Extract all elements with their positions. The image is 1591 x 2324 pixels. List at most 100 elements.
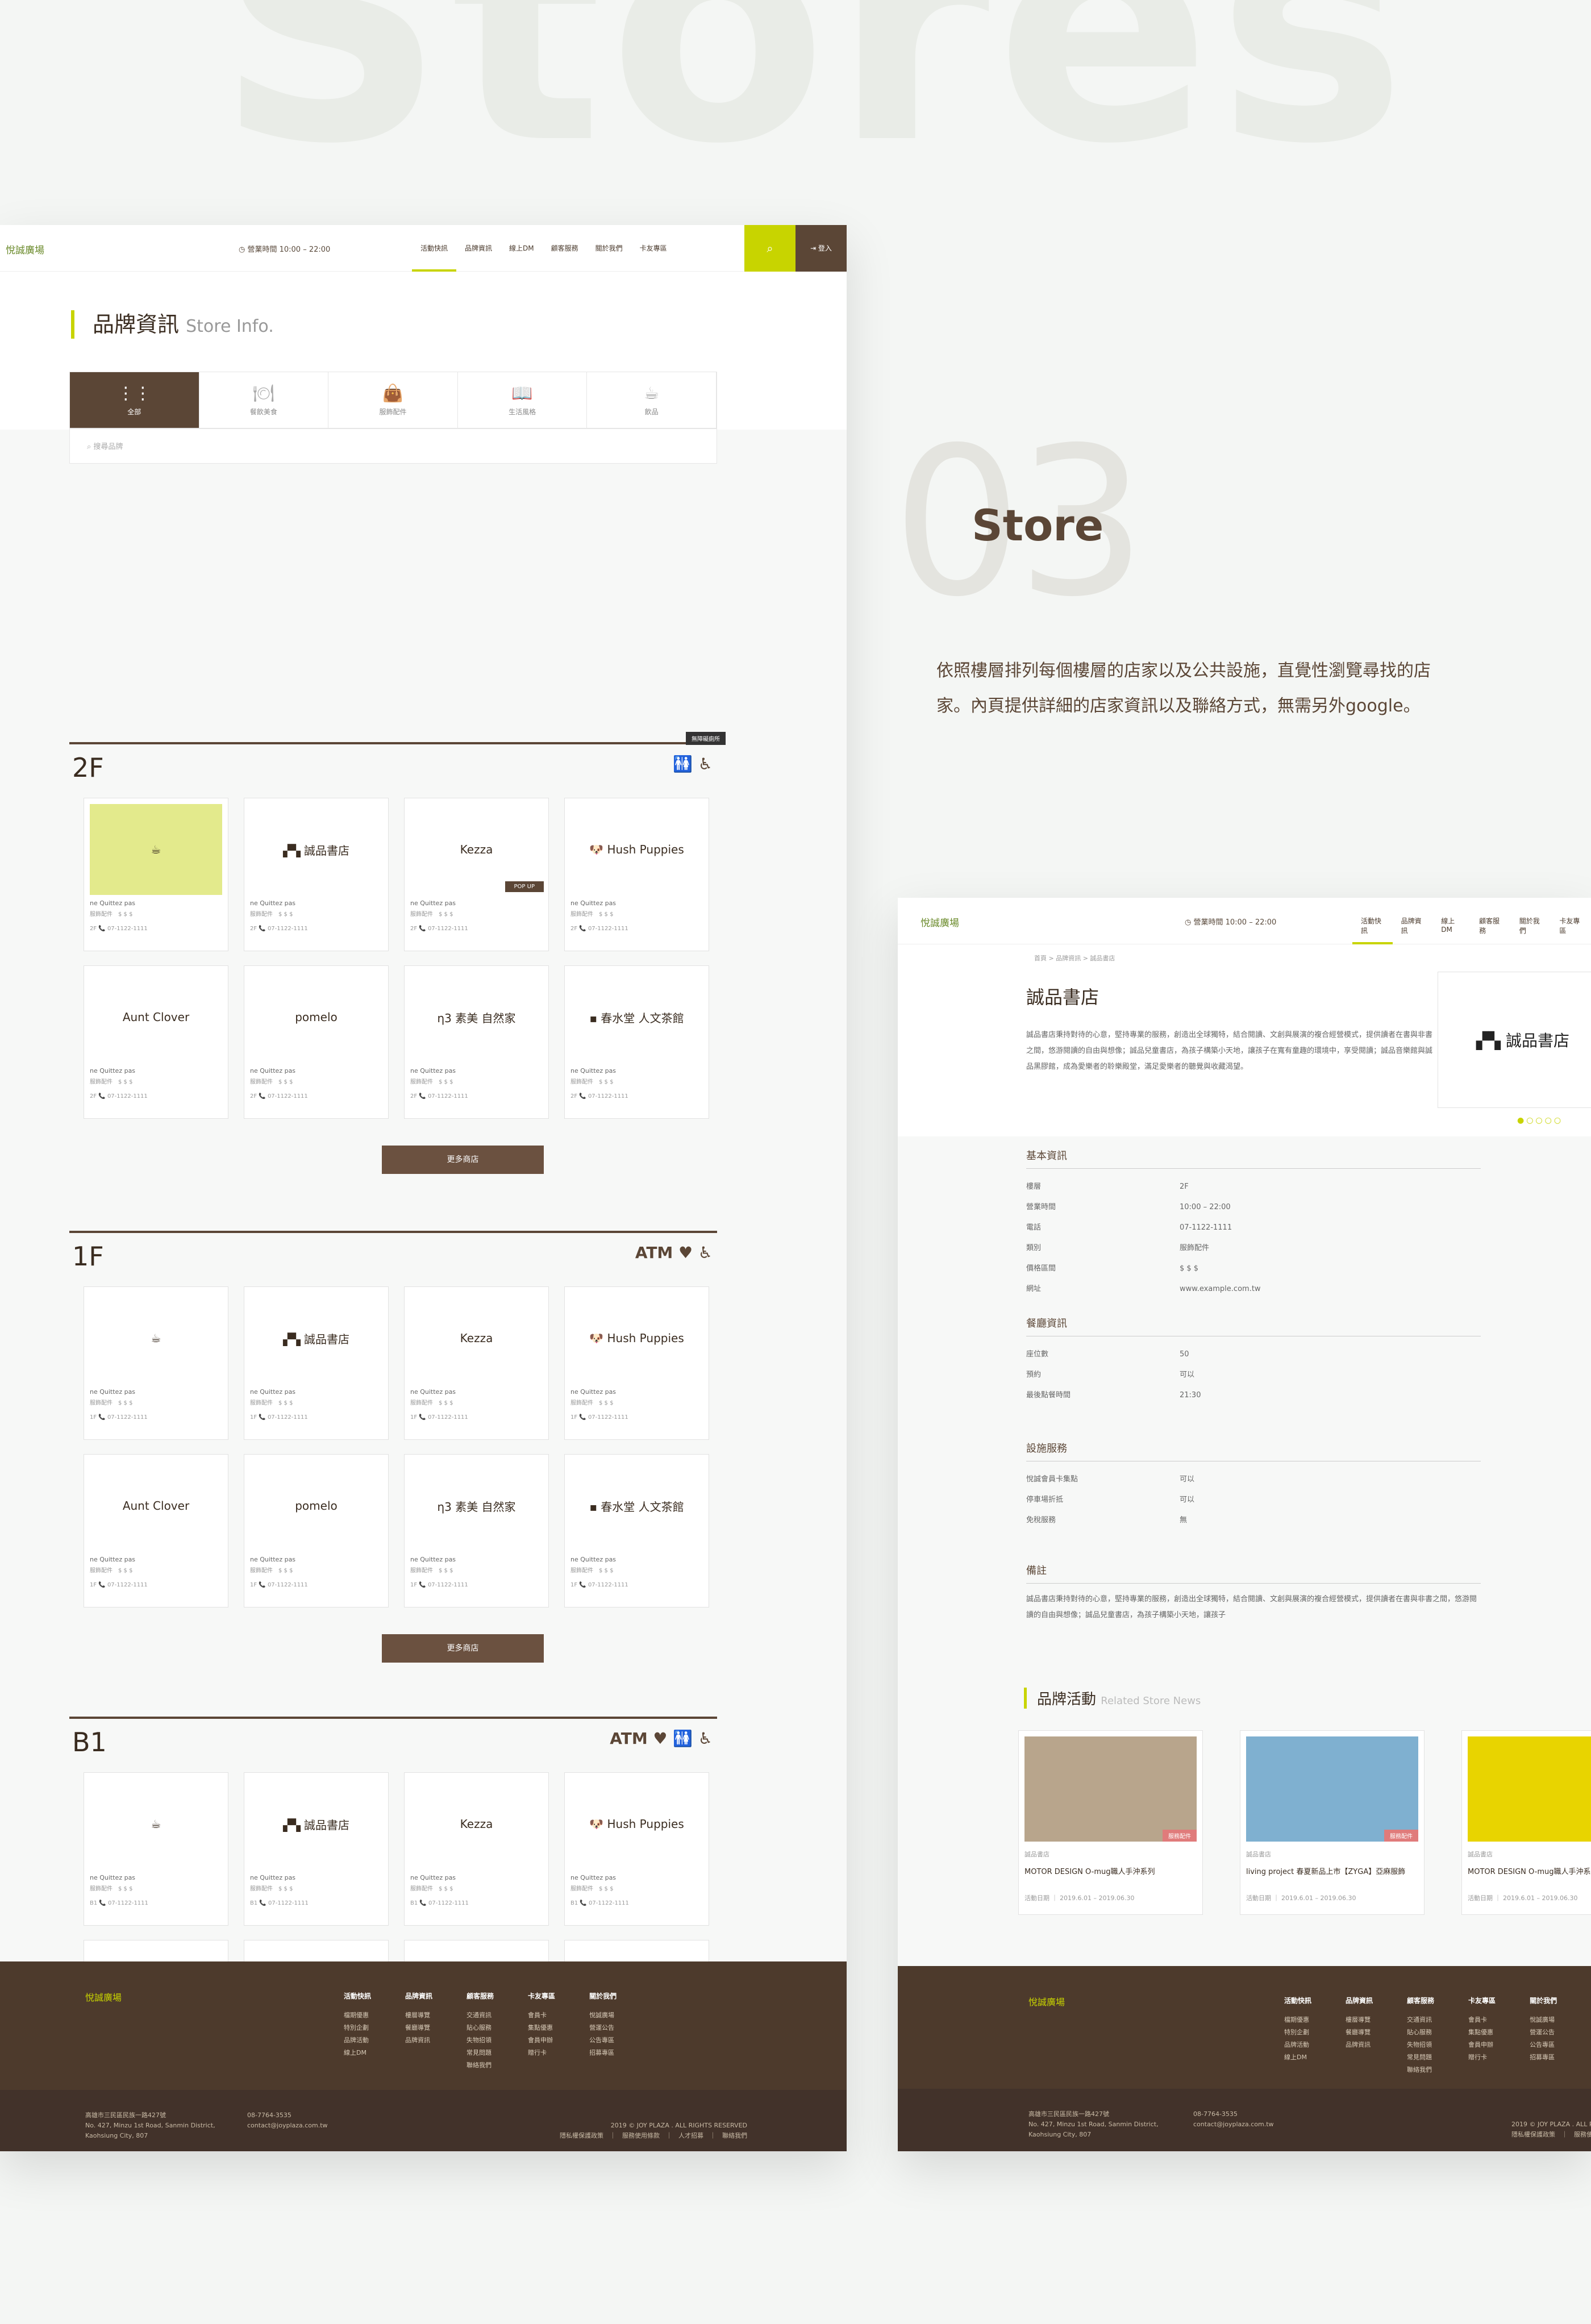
more-stores-button[interactable]: 更多商店 xyxy=(382,1634,544,1663)
footer-link[interactable]: 營運公告 xyxy=(1530,2026,1557,2039)
footer-link[interactable]: 營運公告 xyxy=(589,2022,617,2034)
carousel-dots[interactable]: ●○○○○ xyxy=(1517,1116,1563,1125)
footer-link[interactable]: 特別企劃 xyxy=(1284,2026,1311,2039)
footer-col-title[interactable]: 關於我們 xyxy=(589,1990,617,2002)
footer-link[interactable]: 悅誠廣場 xyxy=(589,2009,617,2022)
footer-link[interactable]: 聯絡我們 xyxy=(467,2059,494,2072)
store-card[interactable]: ☕ ne Quittez pas 服飾配件 $ $ $ 1F 📞 07-1122-11… xyxy=(84,1286,228,1440)
footer-link[interactable]: 品牌活動 xyxy=(1284,2039,1311,2051)
nav-link[interactable]: 卡友專區 xyxy=(1551,898,1591,944)
news-card[interactable]: 服務配件 誠品書店 living project 春夏新品上市【ZYGA】亞麻服飾活… xyxy=(1240,1730,1425,1915)
footer-col-title[interactable]: 卡友專區 xyxy=(528,1990,555,2002)
footer-link[interactable]: 會員卡 xyxy=(1468,2014,1496,2026)
footer-link[interactable]: 贈行卡 xyxy=(1468,2051,1496,2064)
footer-link[interactable]: 公告專區 xyxy=(1530,2039,1557,2051)
footer-link[interactable]: 常見問題 xyxy=(1407,2051,1434,2064)
footer-link[interactable]: 檔期優惠 xyxy=(1284,2014,1311,2026)
footer-link[interactable]: 聯絡我們 xyxy=(1407,2064,1434,2076)
store-card[interactable]: 🐶 Hush Puppies ne Quittez pas 服飾配件 $ $ $ 1F… xyxy=(564,1286,709,1440)
footer-link[interactable]: 品牌資訊 xyxy=(1346,2039,1373,2051)
footer-link[interactable]: 線上DM xyxy=(344,2047,371,2059)
tab-3[interactable]: 📖 生活風格 xyxy=(458,372,588,428)
footer-link[interactable]: 交通資訊 xyxy=(467,2009,494,2022)
footer-link[interactable]: 貼心服務 xyxy=(467,2022,494,2034)
tab-1[interactable]: 🍽 餐飲美食 xyxy=(199,372,329,428)
footer-link[interactable]: 招募專區 xyxy=(589,2047,617,2059)
footer-col-title[interactable]: 品牌資訊 xyxy=(1346,1994,1373,2007)
store-card[interactable]: ▞▚ 誠品書店 ne Quittez pas 服飾配件 $ $ $ B1 📞 07-1… xyxy=(244,1772,389,1926)
store-card[interactable]: ƞ3 素美 自然家 ne Quittez pas 服飾配件 $ $ $ 1F 📞 07… xyxy=(404,1454,549,1607)
store-card[interactable]: 🐶 Hush Puppies ne Quittez pas 服飾配件 $ $ $ B1… xyxy=(564,1772,709,1926)
store-card[interactable]: Kezza POP UP ne Quittez pas 服飾配件 $ $ $2F 📞 … xyxy=(404,798,549,951)
footer-link[interactable]: 檔期優惠 xyxy=(344,2009,371,2022)
footer-link[interactable]: 公告專區 xyxy=(589,2034,617,2047)
footer-link[interactable]: 樓層導覽 xyxy=(405,2009,432,2022)
footer-link[interactable]: 品牌資訊 xyxy=(405,2034,432,2047)
store-card[interactable]: ☕ ne Quittez pas 服飾配件 $ $ $ 2F 📞 07-1122-11… xyxy=(84,798,228,951)
news-card[interactable]: 誠品書店 MOTOR DESIGN O-mug職人手沖系列 活動日期 ｜ 2019.… xyxy=(1461,1730,1591,1915)
footer-logo-detail[interactable]: 悅誠廣場 xyxy=(1028,1994,1065,2008)
site-logo[interactable]: 悅誠廣場 xyxy=(6,242,44,256)
news-card[interactable]: 服務配件 誠品書店 MOTOR DESIGN O-mug職人手沖系列 活動日期 ｜ 2… xyxy=(1018,1730,1203,1915)
footer-link[interactable]: 失物招領 xyxy=(1407,2039,1434,2051)
store-card[interactable]: 🐶 Hush Puppies ne Quittez pas 服飾配件 $ $ $ 2F… xyxy=(564,798,709,951)
store-card[interactable]: Aunt Clover ne Quittez pas 服飾配件 $ $ $ 2F 📞 … xyxy=(84,965,228,1119)
store-card[interactable]: ▪ 春水堂 人文茶館 ne Quittez pas 服飾配件 $ $ $ 2F 📞 0… xyxy=(564,965,709,1119)
store-card[interactable]: Kezza ne Quittez pas 服飾配件 $ $ $ B1 📞 07-112… xyxy=(404,1772,549,1926)
store-card[interactable]: ▞▚ 誠品書店 ne Quittez pas 服飾配件 $ $ $ 2F 📞 07-1… xyxy=(244,798,389,951)
store-card[interactable]: ƞ3 素美 自然家 ne Quittez pas 服飾配件 $ $ $ 2F 📞 07… xyxy=(404,965,549,1119)
footer-col-title[interactable]: 卡友專區 xyxy=(1468,1994,1496,2007)
tab-0[interactable]: ⋮⋮ 全部 xyxy=(70,372,199,428)
nav-link[interactable]: 線上DM xyxy=(1432,898,1471,944)
nav-link[interactable]: 線上DM xyxy=(501,225,543,272)
footer-col-title[interactable]: 活動快訊 xyxy=(344,1990,371,2002)
store-card[interactable]: ▪ 春水堂 人文茶館 ne Quittez pas 服飾配件 $ $ $ 1F 📞 0… xyxy=(564,1454,709,1607)
nav-link[interactable]: 品牌資訊 xyxy=(456,225,501,272)
footer-col-title[interactable]: 活動快訊 xyxy=(1284,1994,1311,2007)
site-logo-detail[interactable]: 悅誠廣場 xyxy=(921,915,959,929)
footer-link[interactable]: 悅誠廣場 xyxy=(1530,2014,1557,2026)
nav-link[interactable]: 關於我們 xyxy=(587,225,631,272)
footer-link[interactable]: 樓層導覽 xyxy=(1346,2014,1373,2026)
footer-link[interactable]: 會員卡 xyxy=(528,2009,555,2022)
footer-link[interactable]: 集點優惠 xyxy=(1468,2026,1496,2039)
nav-link[interactable]: 品牌資訊 xyxy=(1393,898,1433,944)
store-card[interactable]: pomelo ne Quittez pas 服飾配件 $ $ $ 2F 📞 07-11… xyxy=(244,965,389,1119)
footer-logo[interactable]: 悅誠廣場 xyxy=(85,1990,122,2004)
brand-search-input[interactable]: ⌕ 搜尋品牌 xyxy=(69,428,717,464)
footer-col-title[interactable]: 關於我們 xyxy=(1530,1994,1557,2007)
tab-2[interactable]: 👜 服飾配件 xyxy=(328,372,458,428)
footer-link[interactable]: 失物招領 xyxy=(467,2034,494,2047)
footer-link[interactable]: 會員申辦 xyxy=(1468,2039,1496,2051)
footer-link[interactable]: 會員申辦 xyxy=(528,2034,555,2047)
store-card[interactable]: pomelo ne Quittez pas 服飾配件 $ $ $ 1F 📞 07-11… xyxy=(244,1454,389,1607)
store-card[interactable]: ▞▚ 誠品書店 ne Quittez pas 服飾配件 $ $ $ 1F 📞 07-1… xyxy=(244,1286,389,1440)
store-card[interactable]: Aunt Clover ne Quittez pas 服飾配件 $ $ $ 1F 📞 … xyxy=(84,1454,228,1607)
tab-4[interactable]: ☕ 飲品 xyxy=(587,372,717,428)
store-card[interactable]: Kezza ne Quittez pas 服飾配件 $ $ $ 1F 📞 07-112… xyxy=(404,1286,549,1440)
search-button[interactable]: ⌕ xyxy=(744,225,795,272)
footer-col-title[interactable]: 顧客服務 xyxy=(467,1990,494,2002)
store-card[interactable]: ☕ ne Quittez pas 服飾配件 $ $ $ B1 📞 07-1122-11… xyxy=(84,1772,228,1926)
footer-link[interactable]: 常見問題 xyxy=(467,2047,494,2059)
footer-link[interactable]: 線上DM xyxy=(1284,2051,1311,2064)
footer-link[interactable]: 交通資訊 xyxy=(1407,2014,1434,2026)
footer-link[interactable]: 品牌活動 xyxy=(344,2034,371,2047)
nav-link[interactable]: 顧客服務 xyxy=(1471,898,1511,944)
footer-link[interactable]: 特別企劃 xyxy=(344,2022,371,2034)
more-stores-button[interactable]: 更多商店 xyxy=(382,1146,544,1174)
footer-link[interactable]: 贈行卡 xyxy=(528,2047,555,2059)
nav-link[interactable]: 活動快訊 xyxy=(412,225,457,272)
footer-link[interactable]: 集點優惠 xyxy=(528,2022,555,2034)
nav-link[interactable]: 活動快訊 xyxy=(1352,898,1393,944)
footer-link[interactable]: 餐廳導覽 xyxy=(1346,2026,1373,2039)
nav-link[interactable]: 關於我們 xyxy=(1511,898,1551,944)
footer-link[interactable]: 餐廳導覽 xyxy=(405,2022,432,2034)
footer-link[interactable]: 招募專區 xyxy=(1530,2051,1557,2064)
login-button[interactable]: ⇥ 登入 xyxy=(795,225,847,272)
nav-link[interactable]: 顧客服務 xyxy=(543,225,587,272)
footer-col-title[interactable]: 品牌資訊 xyxy=(405,1990,432,2002)
footer-col-title[interactable]: 顧客服務 xyxy=(1407,1994,1434,2007)
nav-link[interactable]: 卡友專區 xyxy=(631,225,676,272)
footer-link[interactable]: 貼心服務 xyxy=(1407,2026,1434,2039)
